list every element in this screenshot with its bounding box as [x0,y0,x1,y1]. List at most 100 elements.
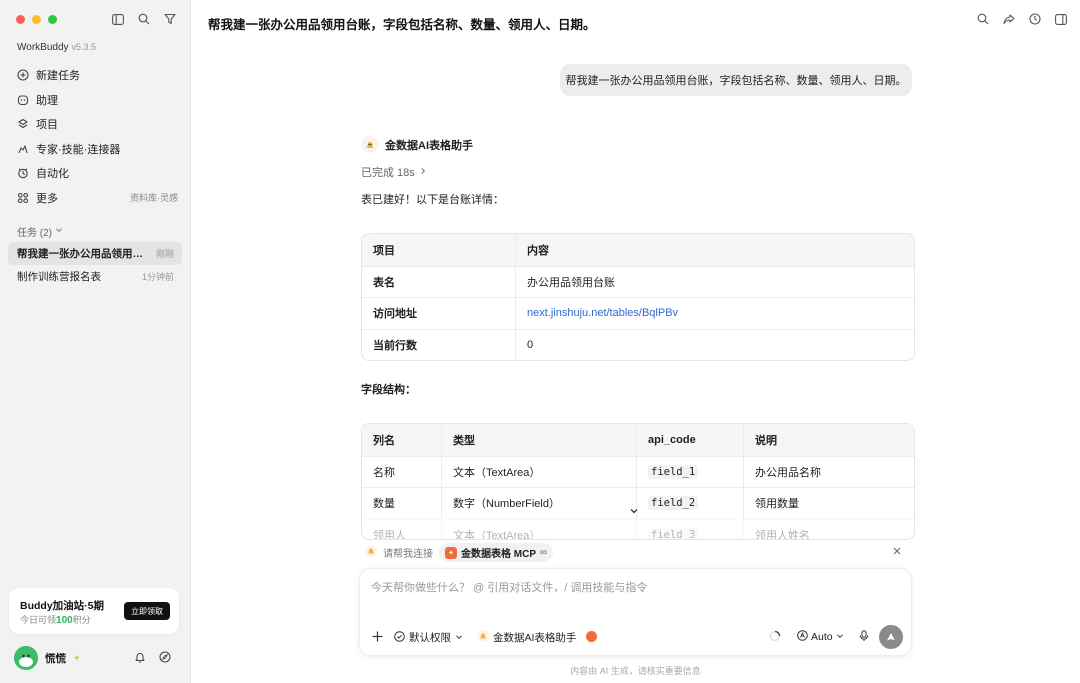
claim-button[interactable]: 立即领取 [124,602,170,620]
assistant-icon [16,93,30,107]
version-label: v5.3.5 [71,42,97,52]
tasks-header[interactable]: 任务 (2) [17,224,63,239]
task-time: 刚刚 [155,249,174,259]
table-cell: 当前行数 [373,339,417,352]
add-icon[interactable] [371,630,383,642]
table-header-cell: 类型 [441,424,636,456]
table-cell: 领用人 [373,529,406,540]
send-button[interactable] [879,625,903,649]
search-icon[interactable] [136,11,152,27]
panel-toggle-icon[interactable] [1054,12,1068,26]
shield-check-icon [394,630,405,645]
filter-icon[interactable] [162,11,178,27]
loading-spinner-icon [769,630,781,642]
search-icon[interactable] [976,12,990,26]
sidebar-item-new-task[interactable]: 新建任务 [10,63,182,88]
promo-sub-suffix: 积分 [72,615,91,625]
permission-selector[interactable]: 默认权限 [394,630,463,645]
table-cell: field_3 [636,519,743,539]
compass-icon[interactable] [159,651,171,666]
close-icon[interactable] [891,545,903,557]
chevron-right-icon [419,166,427,178]
table-cell: 数字（NumberField） [441,488,636,519]
main-panel: 帮我建一张办公用品领用台账，字段包括名称、数量、领用人、日期。 帮我建一张办公用… [191,0,1080,683]
connect-suggestion: 请帮我连接 ✦ 金数据表格 MCP ∞ [365,543,554,562]
table-cell: 办公用品名称 [743,456,914,487]
agent-label: 金数据AI表格助手 [493,632,577,644]
minimize-window-button[interactable] [32,15,41,24]
assistant-avatar-icon [361,136,378,153]
permission-label: 默认权限 [409,632,451,644]
connect-prompt: 请帮我连接 [383,549,433,560]
sidebar-item-label: 自动化 [36,168,69,181]
table-cell: 文本（TextArea） [441,519,636,539]
sidebar-toggle-icon[interactable] [110,11,126,27]
brand-name: WorkBuddy [17,42,69,53]
message-input[interactable]: 今天帮你做些什么？ @ 引用对话文件，/ 调用技能与指令 [371,579,647,595]
promo-points: 100 [56,615,73,626]
api-code: field_1 [648,464,699,479]
agent-selector[interactable]: 金数据AI表格助手 [477,630,576,645]
assistant-name: 金数据AI表格助手 [385,139,473,152]
share-icon[interactable] [1002,12,1016,26]
sparkle-icon: ✦ [73,652,81,663]
chevron-down-icon [455,632,463,644]
sidebar-item-experts[interactable]: 专家·技能·连接器 [10,137,182,162]
user-profile[interactable]: 慌慌 ✦ [14,646,81,670]
table-header-row: 列名 类型 api_code 说明 [362,424,914,456]
history-icon[interactable] [1028,12,1042,26]
section-title: 字段结构： [361,384,416,396]
promo-title: Buddy加油站·5期 [20,600,104,612]
table-cell: 表名 [373,276,395,289]
promo-subtitle: 今日可领100积分 [20,613,91,626]
sidebar-item-more[interactable]: 更多 资料库·灵感 [10,186,182,211]
table-cell: 数量 [373,498,395,511]
table-header-cell: 说明 [743,424,914,456]
sidebar-item-label: 助理 [36,94,58,107]
sidebar-item-project[interactable]: 项目 [10,112,182,137]
assistant-header: 金数据AI表格助手 [361,136,473,153]
sidebar-item-automation[interactable]: 自动化 [10,161,182,186]
task-item[interactable]: 帮我建一张办公用品领用台账，字段包括名称、数量、领用人、日期。 刚刚 [8,242,182,265]
mcp-connect-chip[interactable]: ✦ 金数据表格 MCP ∞ [439,543,554,562]
more-extra-label[interactable]: 资料库·灵感 [130,191,182,204]
sidebar-item-label: 更多 [36,192,58,205]
model-icon [797,630,808,644]
sidebar-nav: 新建任务 助理 项目 专家·技能·连接器 自动化 更多 资料库·灵感 [10,63,182,210]
api-code: field_2 [648,496,699,511]
assistant-small-icon [477,630,489,645]
new-task-icon [16,68,30,82]
assistant-small-icon [365,545,377,560]
scroll-down-chevron-icon[interactable] [627,504,641,518]
completion-status[interactable]: 已完成 18s [361,164,427,180]
table-row: 当前行数 0 [362,328,914,360]
table-cell: field_1 [636,456,743,487]
sidebar: WorkBuddy v5.3.5 新建任务 助理 项目 专家·技能·连接器 自动化… [0,0,191,683]
bell-icon[interactable] [134,651,146,666]
task-time: 1分钟前 [141,272,174,282]
table-row: 名称 文本（TextArea） field_1 办公用品名称 [362,455,914,487]
user-message-bubble: 帮我建一张办公用品领用台账，字段包括名称、数量、领用人、日期。 [560,64,912,96]
model-selector[interactable]: Auto [797,630,844,644]
mcp-label: 金数据表格 MCP [461,549,536,560]
table-cell: 名称 [373,466,395,479]
table-header-cell: api_code [636,424,743,456]
table-cell: field_2 [636,488,743,519]
expert-icon [16,142,30,156]
table-url-link[interactable]: next.jinshuju.net/tables/BqlPBv [527,307,678,319]
table-cell: next.jinshuju.net/tables/BqlPBv [515,298,914,329]
table-row: 访问地址 next.jinshuju.net/tables/BqlPBv [362,297,914,329]
mcp-status-icon[interactable] [586,631,597,642]
close-window-button[interactable] [16,15,25,24]
sidebar-item-assistant[interactable]: 助理 [10,88,182,113]
table-header-cell: 项目 [373,244,395,257]
task-item[interactable]: 制作训练营报名表 1分钟前 [8,265,182,288]
table-row: 领用人 文本（TextArea） field_3 领用人姓名 [362,518,914,540]
automation-icon [16,166,30,180]
assistant-intro-text: 表已建好！以下是台账详情： [361,194,504,206]
maximize-window-button[interactable] [48,15,57,24]
table-header-row: 项目 内容 [362,234,914,266]
project-icon [16,117,30,131]
microphone-icon[interactable] [858,630,870,642]
app-brand: WorkBuddy v5.3.5 [17,42,96,53]
